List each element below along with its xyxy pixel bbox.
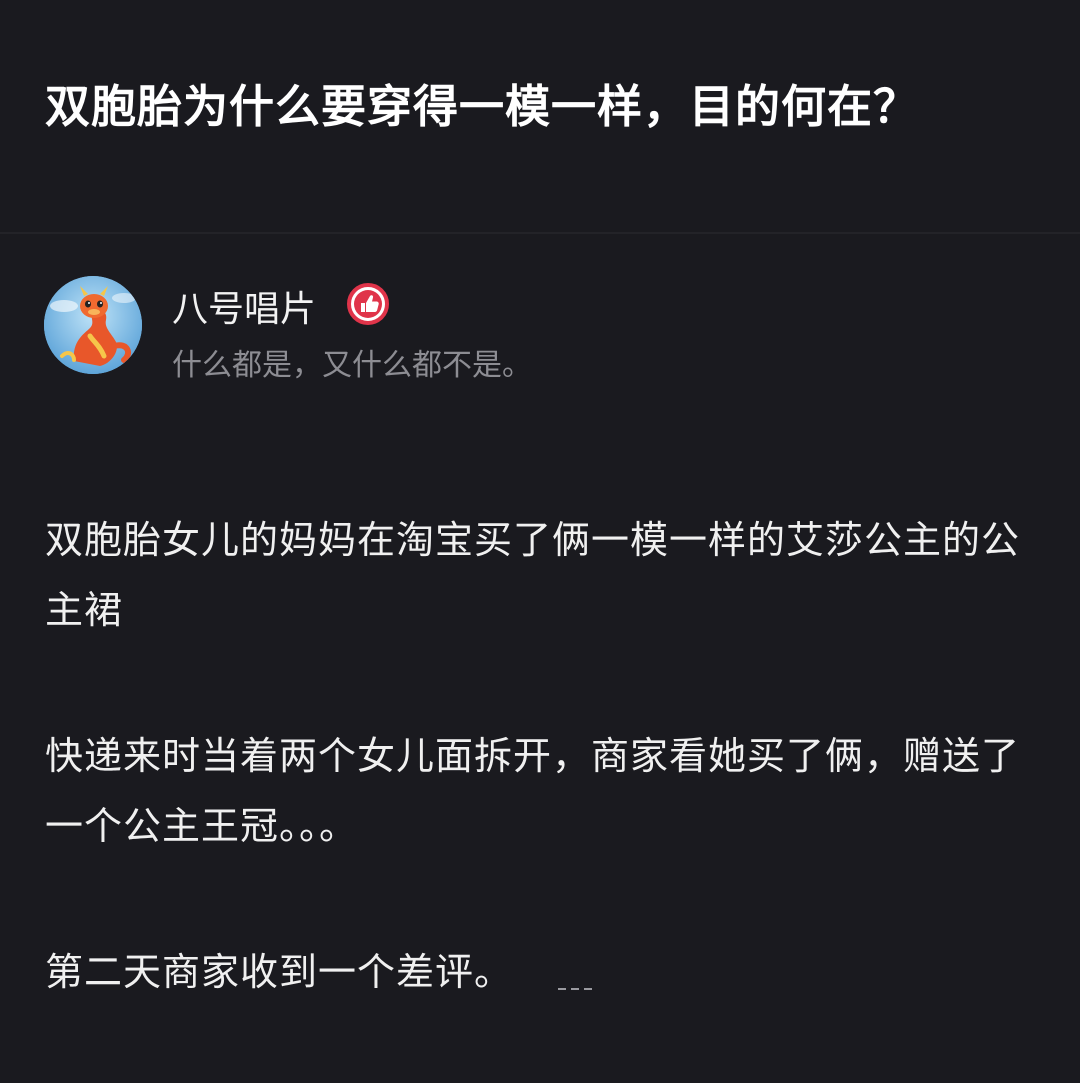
question-header: 双胞胎为什么要穿得一模一样，目的何在？	[0, 0, 1080, 234]
answer-paragraph: 快递来时当着两个女儿面拆开，商家看她买了俩，赠送了一个公主王冠。。。	[45, 734, 1021, 848]
author-name[interactable]: 八号唱片	[172, 280, 316, 332]
answer-body[interactable]: 双胞胎女儿的妈妈在淘宝买了俩一模一样的艾莎公主的公主裙 快递来时当着两个女儿面拆…	[45, 505, 1045, 1083]
thumbs-up-badge-icon	[346, 282, 390, 326]
answer-paragraph: 第二天商家收到一个差评。	[45, 950, 514, 994]
author-block[interactable]: 八号唱片 什么都是，又什么都不是。	[0, 270, 1080, 390]
answer-paragraph: 双胞胎女儿的妈妈在淘宝买了俩一模一样的艾莎公主的公主裙	[45, 518, 1021, 632]
dragon-avatar-icon[interactable]	[44, 276, 142, 374]
question-title[interactable]: 双胞胎为什么要穿得一模一样，目的何在？	[45, 70, 919, 135]
author-bio: 什么都是，又什么都不是。	[172, 348, 532, 383]
more-ellipsis-icon[interactable]	[558, 985, 608, 991]
